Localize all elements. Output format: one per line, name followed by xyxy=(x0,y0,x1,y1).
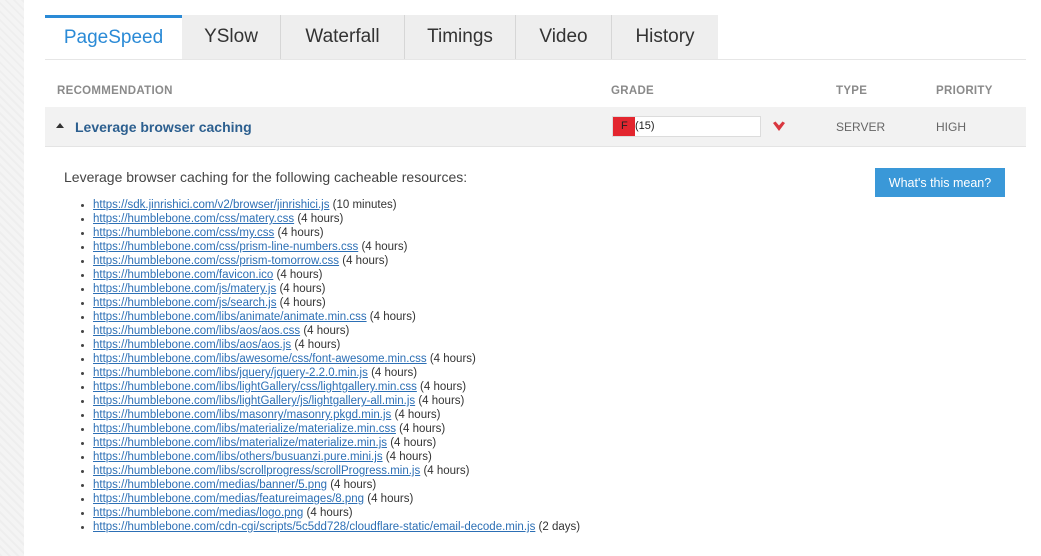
resource-link[interactable]: https://humblebone.com/css/prism-line-nu… xyxy=(93,241,358,253)
resource-link[interactable]: https://humblebone.com/libs/others/busua… xyxy=(93,451,383,463)
tab-timings[interactable]: Timings xyxy=(405,15,516,59)
cache-duration: (4 hours) xyxy=(367,493,414,505)
list-item: https://humblebone.com/libs/jquery/jquer… xyxy=(80,366,580,380)
resource-link[interactable]: https://humblebone.com/medias/featureima… xyxy=(93,493,364,505)
resource-link[interactable]: https://humblebone.com/js/search.js xyxy=(93,297,276,309)
cache-duration: (4 hours) xyxy=(279,283,326,295)
tab-yslow[interactable]: YSlow xyxy=(182,15,281,59)
cache-duration: (4 hours) xyxy=(330,479,377,491)
table-header: RECOMMENDATION GRADE TYPE PRIORITY xyxy=(45,80,1026,104)
grade-letter: F xyxy=(621,120,628,132)
cache-duration: (4 hours) xyxy=(385,451,432,463)
triangle-up-icon[interactable] xyxy=(56,123,64,128)
resource-link[interactable]: https://humblebone.com/medias/logo.png xyxy=(93,507,303,519)
list-item: https://humblebone.com/css/matery.css (4… xyxy=(80,212,580,226)
tab-waterfall[interactable]: Waterfall xyxy=(281,15,405,59)
cache-duration: (4 hours) xyxy=(277,227,324,239)
list-item: https://humblebone.com/css/my.css (4 hou… xyxy=(80,226,580,240)
grade-bar: F (15) xyxy=(612,116,761,137)
type-value: SERVER xyxy=(836,120,886,134)
resource-link[interactable]: https://humblebone.com/libs/aos/aos.js xyxy=(93,339,291,351)
list-item: https://humblebone.com/js/search.js (4 h… xyxy=(80,296,580,310)
grade-score: (15) xyxy=(635,120,655,132)
recommendation-title[interactable]: Leverage browser caching xyxy=(75,119,252,135)
tab-history[interactable]: History xyxy=(612,15,718,59)
resource-link[interactable]: https://humblebone.com/css/my.css xyxy=(93,227,274,239)
cache-duration: (4 hours) xyxy=(429,353,476,365)
list-item: https://humblebone.com/libs/lightGallery… xyxy=(80,380,580,394)
list-item: https://humblebone.com/libs/materialize/… xyxy=(80,422,580,436)
heart-icon[interactable] xyxy=(772,121,786,133)
cache-duration: (4 hours) xyxy=(306,507,353,519)
list-item: https://humblebone.com/medias/banner/5.p… xyxy=(80,478,580,492)
resource-link[interactable]: https://humblebone.com/css/prism-tomorro… xyxy=(93,255,339,267)
cache-duration: (4 hours) xyxy=(394,409,441,421)
resource-link[interactable]: https://humblebone.com/css/matery.css xyxy=(93,213,294,225)
report-tabs: PageSpeed YSlow Waterfall Timings Video … xyxy=(45,15,718,59)
page-background: PageSpeed YSlow Waterfall Timings Video … xyxy=(0,0,1041,556)
list-item: https://humblebone.com/css/prism-line-nu… xyxy=(80,240,580,254)
resource-list: https://sdk.jinrishici.com/v2/browser/ji… xyxy=(80,198,581,534)
report-panel: PageSpeed YSlow Waterfall Timings Video … xyxy=(24,0,1041,556)
resource-link[interactable]: https://humblebone.com/cdn-cgi/scripts/5… xyxy=(93,521,535,533)
tab-pagespeed[interactable]: PageSpeed xyxy=(45,15,182,59)
resource-link[interactable]: https://humblebone.com/favicon.ico xyxy=(93,269,273,281)
resource-link[interactable]: https://humblebone.com/libs/lightGallery… xyxy=(93,381,417,393)
resource-link[interactable]: https://humblebone.com/libs/materialize/… xyxy=(93,437,387,449)
resource-link[interactable]: https://humblebone.com/libs/aos/aos.css xyxy=(93,325,300,337)
cache-duration: (10 minutes) xyxy=(332,199,397,211)
tabs-divider xyxy=(45,59,1026,60)
resource-link[interactable]: https://humblebone.com/libs/animate/anim… xyxy=(93,311,367,323)
cache-duration: (4 hours) xyxy=(423,465,470,477)
cache-duration: (4 hours) xyxy=(303,325,350,337)
tab-video[interactable]: Video xyxy=(516,15,612,59)
list-item: https://humblebone.com/libs/animate/anim… xyxy=(80,310,580,324)
list-item: https://humblebone.com/js/matery.js (4 h… xyxy=(80,282,580,296)
resource-link[interactable]: https://humblebone.com/libs/lightGallery… xyxy=(93,395,415,407)
resource-link[interactable]: https://humblebone.com/libs/masonry/maso… xyxy=(93,409,391,421)
whats-this-mean-button[interactable]: What's this mean? xyxy=(875,168,1005,197)
priority-value: HIGH xyxy=(936,120,966,134)
cache-duration: (2 days) xyxy=(538,521,581,533)
resource-link[interactable]: https://humblebone.com/libs/materialize/… xyxy=(93,423,396,435)
details-intro: Leverage browser caching for the followi… xyxy=(64,169,468,185)
resource-link[interactable]: https://humblebone.com/libs/scrollprogre… xyxy=(93,465,420,477)
cache-duration: (4 hours) xyxy=(342,255,389,267)
list-item: https://humblebone.com/medias/featureima… xyxy=(80,492,580,506)
list-item: https://humblebone.com/libs/masonry/maso… xyxy=(80,408,580,422)
list-item: https://humblebone.com/libs/aos/aos.css … xyxy=(80,324,580,338)
resource-link[interactable]: https://humblebone.com/js/matery.js xyxy=(93,283,276,295)
list-item: https://humblebone.com/medias/logo.png (… xyxy=(80,506,580,520)
list-item: https://humblebone.com/cdn-cgi/scripts/5… xyxy=(80,520,581,534)
cache-duration: (4 hours) xyxy=(371,367,418,379)
list-item: https://humblebone.com/css/prism-tomorro… xyxy=(80,254,580,268)
list-item: https://humblebone.com/libs/scrollprogre… xyxy=(80,464,580,478)
list-item: https://humblebone.com/libs/lightGallery… xyxy=(80,394,580,408)
header-recommendation[interactable]: RECOMMENDATION xyxy=(57,85,173,97)
list-item: https://humblebone.com/favicon.ico (4 ho… xyxy=(80,268,580,282)
list-item: https://humblebone.com/libs/others/busua… xyxy=(80,450,580,464)
header-grade[interactable]: GRADE xyxy=(611,85,654,97)
resource-link[interactable]: https://humblebone.com/medias/banner/5.p… xyxy=(93,479,327,491)
resource-link[interactable]: https://sdk.jinrishici.com/v2/browser/ji… xyxy=(93,199,329,211)
cache-duration: (4 hours) xyxy=(297,213,344,225)
list-item: https://humblebone.com/libs/awesome/css/… xyxy=(80,352,580,366)
recommendation-row[interactable]: Leverage browser caching F (15) SERVER H… xyxy=(45,107,1026,147)
list-item: https://humblebone.com/libs/materialize/… xyxy=(80,436,580,450)
cache-duration: (4 hours) xyxy=(399,423,446,435)
cache-duration: (4 hours) xyxy=(361,241,408,253)
cache-duration: (4 hours) xyxy=(369,311,416,323)
cache-duration: (4 hours) xyxy=(420,381,467,393)
cache-duration: (4 hours) xyxy=(294,339,341,351)
cache-duration: (4 hours) xyxy=(390,437,437,449)
header-type[interactable]: TYPE xyxy=(836,85,867,97)
header-priority[interactable]: PRIORITY xyxy=(936,85,993,97)
resource-link[interactable]: https://humblebone.com/libs/jquery/jquer… xyxy=(93,367,368,379)
resource-link[interactable]: https://humblebone.com/libs/awesome/css/… xyxy=(93,353,427,365)
cache-duration: (4 hours) xyxy=(418,395,465,407)
list-item: https://humblebone.com/libs/aos/aos.js (… xyxy=(80,338,580,352)
cache-duration: (4 hours) xyxy=(276,269,323,281)
cache-duration: (4 hours) xyxy=(279,297,326,309)
list-item: https://sdk.jinrishici.com/v2/browser/ji… xyxy=(80,198,580,212)
